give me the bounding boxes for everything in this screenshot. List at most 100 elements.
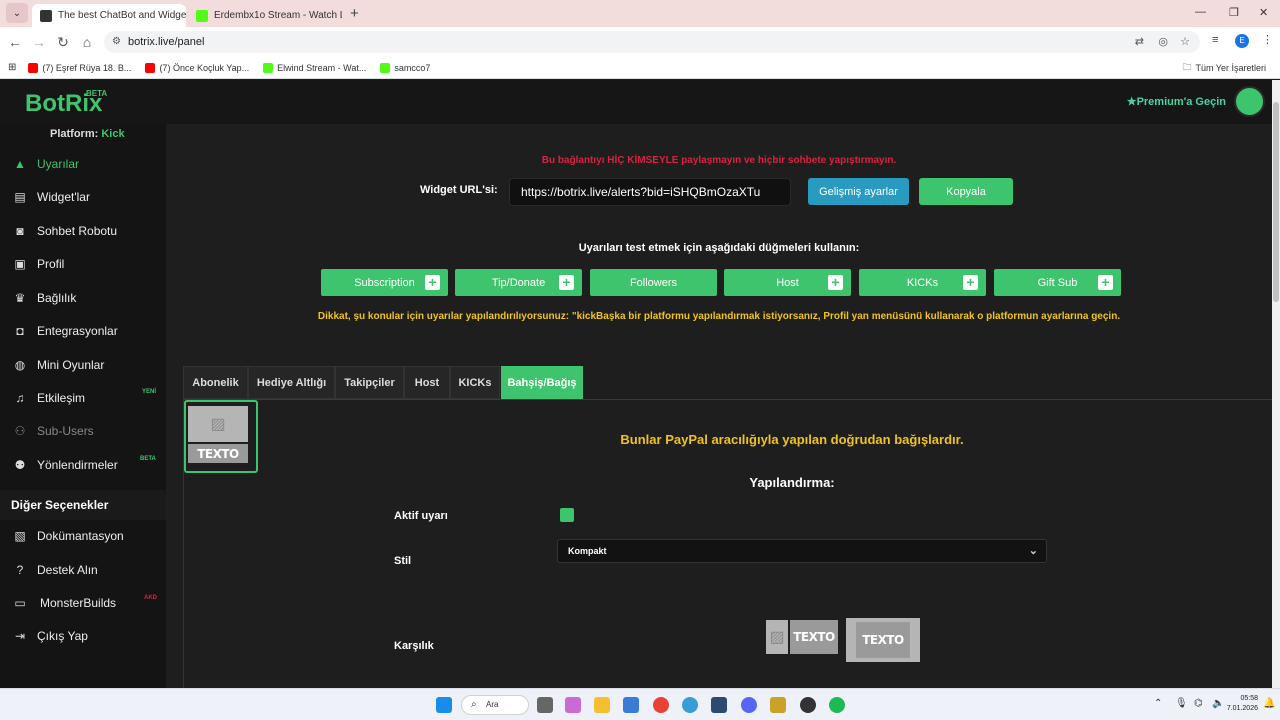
user-redirect-icon: ⚉ (14, 458, 26, 472)
bookmark-item[interactable]: (7) Önce Koçluk Yap... (145, 62, 249, 73)
windows-taskbar: ⌕ Ara ⌃ 🎙 ⌬ 🔈 05:58 7.01.2026 🔔 (0, 688, 1280, 720)
plus-icon[interactable]: + (559, 275, 574, 290)
spotify-icon[interactable] (829, 697, 845, 713)
sidebar-item-alerts[interactable]: ▲ Uyarılar (12, 154, 162, 174)
sidebar-item-widgets[interactable]: ▤ Widget'lar (12, 187, 162, 207)
site-info-icon[interactable]: ⚙ (112, 31, 121, 53)
address-bar[interactable]: ⚙ botrix.live/panel ⇄ ◎ ☆ (104, 31, 1200, 53)
sidebar-item-docs[interactable]: ▧ Dokümantasyon (12, 526, 162, 546)
network-icon[interactable]: ⌬ (1194, 698, 1203, 709)
sidebar-item-interaction[interactable]: ♫ Etkileşim (12, 388, 162, 408)
bookmark-item[interactable]: (7) Eşref Rüya 18. B... (28, 62, 131, 73)
sidebar-item-monsterbuilds[interactable]: ▭ MonsterBuilds (12, 593, 162, 613)
sidebar-item-chatbot[interactable]: ◙ Sohbet Robotu (12, 221, 162, 241)
league-icon[interactable] (770, 697, 786, 713)
kick-icon (263, 62, 274, 73)
browser-tab-kick[interactable]: Erdembx1o Stream - Watch Live ✕ (188, 4, 342, 27)
test-host-button[interactable]: Host + (724, 269, 851, 296)
kick-icon (380, 62, 391, 73)
sidebar-item-loyalty[interactable]: ♛ Bağlılık (12, 288, 162, 308)
back-icon[interactable]: ← (3, 34, 27, 50)
tab-followers[interactable]: Takipçiler (335, 366, 404, 399)
sidebar-item-minigames[interactable]: ◍ Mini Oyunlar (12, 355, 162, 375)
copilot-icon[interactable] (565, 697, 581, 713)
active-alert-checkbox[interactable] (560, 508, 574, 522)
tab-donation[interactable]: Bahşiş/Bağış (501, 366, 583, 399)
microphone-icon[interactable]: 🎙 (1175, 698, 1188, 709)
copy-button[interactable]: Kopyala (919, 178, 1013, 205)
menu-dots-icon[interactable]: ⋮ (1262, 33, 1273, 46)
tab-kicks[interactable]: KICKs (450, 366, 500, 399)
tab-subscription[interactable]: Abonelik (183, 366, 248, 399)
trophy-icon: ♛ (14, 291, 26, 305)
test-kicks-button[interactable]: KICKs + (859, 269, 986, 296)
clock-date: 7.01.2026 (1226, 705, 1258, 712)
user-avatar[interactable] (1234, 86, 1265, 117)
warning-icon: ▲ (14, 157, 26, 171)
home-icon[interactable]: ⌂ (75, 34, 99, 50)
translate-icon[interactable]: ⇄ (1135, 31, 1144, 53)
page-scrollbar[interactable] (1272, 80, 1280, 688)
test-giftsub-button[interactable]: Gift Sub + (994, 269, 1121, 296)
tab-host[interactable]: Host (404, 366, 450, 399)
bookmark-item[interactable]: Elwind Stream - Wat... (263, 62, 366, 73)
bookmark-item[interactable]: samcco7 (380, 62, 430, 73)
file-explorer-icon[interactable] (594, 697, 610, 713)
task-view-icon[interactable] (537, 697, 553, 713)
premium-link[interactable]: ★Premium'a Geçin (1127, 95, 1226, 108)
image-placeholder-icon: ▨ (188, 406, 248, 442)
plus-icon[interactable]: + (828, 275, 843, 290)
plus-icon[interactable]: + (1098, 275, 1113, 290)
widget-url-field[interactable]: https://botrix.live/alerts?bid=iSHQBmOza… (509, 178, 791, 206)
layout-option-side[interactable]: ▨ TEXTO (764, 618, 840, 654)
obs-icon[interactable] (800, 697, 816, 713)
profile-avatar[interactable]: E (1235, 34, 1249, 48)
minimize-icon[interactable]: — (1195, 6, 1206, 18)
plus-icon[interactable]: + (963, 275, 978, 290)
tray-chevron-icon[interactable]: ⌃ (1154, 698, 1162, 709)
sidebar-item-subusers[interactable]: ⚇ Sub-Users (12, 421, 162, 441)
test-followers-button[interactable]: Followers (590, 269, 717, 296)
chrome-icon[interactable] (653, 697, 669, 713)
style-select[interactable]: Kompakt ⌄ (557, 539, 1047, 563)
test-subscription-button[interactable]: Subscription + (321, 269, 448, 296)
window-close-icon[interactable]: ✕ (1259, 6, 1268, 19)
app-icon[interactable] (711, 697, 727, 713)
sidebar-item-profile[interactable]: ▣ Profil (12, 254, 162, 274)
forward-icon[interactable]: → (27, 34, 51, 50)
tab-search-icon[interactable]: ⌄ (6, 3, 28, 23)
windows-start-icon[interactable] (436, 697, 452, 713)
maximize-icon[interactable]: ❐ (1229, 6, 1239, 19)
advanced-settings-button[interactable]: Gelişmiş ayarlar (808, 178, 909, 205)
apps-grid-icon[interactable]: ⊞ (8, 62, 16, 73)
new-tab-icon[interactable]: + (350, 5, 359, 22)
hide-icon[interactable]: ◎ (1158, 31, 1168, 53)
scrollbar-thumb[interactable] (1273, 102, 1279, 302)
test-tip-button[interactable]: Tip/Donate + (455, 269, 582, 296)
chrome-profile-icon[interactable] (682, 697, 698, 713)
store-icon[interactable] (623, 697, 639, 713)
sidebar-item-logout[interactable]: ⇥ Çıkış Yap (12, 626, 162, 646)
sidebar-item-support[interactable]: ? Destek Alın (12, 560, 162, 580)
system-clock[interactable]: 05:58 7.01.2026 (1227, 694, 1258, 714)
bookmark-star-icon[interactable]: ☆ (1180, 31, 1190, 53)
volume-icon[interactable]: 🔈 (1212, 698, 1224, 709)
discord-icon[interactable] (741, 697, 757, 713)
plus-icon[interactable]: + (425, 275, 440, 290)
sidebar-item-label: Mini Oyunlar (37, 358, 105, 372)
sidebar-item-integrations[interactable]: ◘ Entegrasyonlar (12, 321, 162, 341)
notifications-icon[interactable]: 🔔 (1263, 698, 1275, 709)
laptop-icon: ▭ (14, 596, 26, 610)
layout-option-stacked[interactable]: ▨ TEXTO (184, 400, 258, 473)
browser-tab-botrix[interactable]: The best ChatBot and Widgets ✕ (32, 4, 186, 27)
page-content: BotRix BETA ★Premium'a Geçin Platform: K… (0, 80, 1272, 688)
layout-option-overlay[interactable]: TEXTO (846, 618, 920, 662)
reading-list-icon[interactable]: ≡ (1212, 34, 1218, 46)
taskbar-search[interactable]: ⌕ Ara (461, 695, 529, 715)
chevron-down-icon: ⌄ (1028, 545, 1038, 557)
help-icon: ? (16, 563, 24, 577)
all-bookmarks[interactable]: 🗀 Tüm Yer İşaretleri (1182, 60, 1266, 76)
reload-icon[interactable]: ↻ (51, 34, 75, 51)
text-placeholder: TEXTO (856, 622, 910, 658)
tab-gift[interactable]: Hediye Altlığı (248, 366, 335, 399)
